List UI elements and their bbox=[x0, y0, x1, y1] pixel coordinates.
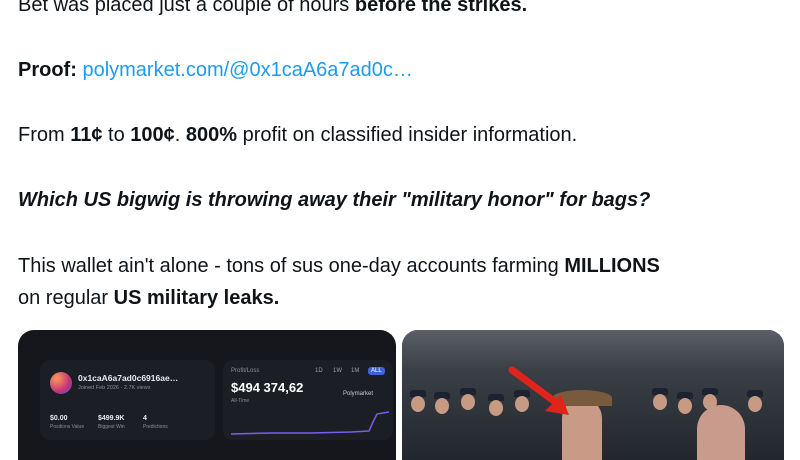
profit-percent: 800% bbox=[185, 124, 238, 146]
media-officers-photo[interactable] bbox=[402, 330, 784, 460]
profit-text-g: profit on classified insider information… bbox=[237, 124, 578, 146]
profit-from-price: 11¢ bbox=[70, 124, 103, 146]
stat-label: Positions Value bbox=[50, 424, 85, 430]
media-polymarket-screenshot[interactable]: 0x1caA6a7ad0c6916ae… Joined Feb 2026 · 2… bbox=[18, 330, 396, 460]
line1-normal: Bet was placed just a couple of hours bbox=[18, 0, 355, 16]
tweet-line-1: Bet was placed just a couple of hours be… bbox=[18, 0, 527, 18]
question-line: Which US bigwig is throwing away their "… bbox=[18, 189, 651, 211]
filter-1m[interactable]: 1M bbox=[351, 368, 359, 374]
stat-value: $0.00 bbox=[50, 415, 68, 422]
profit-loss-label: Profit/Loss bbox=[231, 368, 260, 374]
profit-line: From 11¢ to 100¢. 800% profit on classif… bbox=[18, 122, 577, 148]
wallet-text-a: This wallet ain't alone - tons of sus on… bbox=[18, 255, 565, 277]
profit-text-c: to bbox=[102, 124, 131, 146]
wallet-text-b: on regular bbox=[18, 287, 114, 309]
profit-value: $494 374,62 bbox=[231, 380, 304, 395]
filter-all[interactable]: ALL bbox=[368, 367, 385, 375]
stat-value: 4 bbox=[143, 415, 147, 422]
proof-line: Proof: polymarket.com/@0x1caA6a7ad0c… bbox=[18, 57, 413, 83]
line1-bold: before the strikes. bbox=[354, 0, 528, 16]
avatar bbox=[50, 372, 72, 394]
profit-chart bbox=[231, 411, 389, 435]
polymarket-brand: Polymarket bbox=[343, 391, 374, 397]
all-time-label: All-Time bbox=[231, 398, 250, 404]
wallet-text-millions: MILLIONS bbox=[564, 255, 660, 277]
proof-label: Proof: bbox=[18, 59, 77, 81]
wallet-joined: Joined Feb 2026 · 2.7K views bbox=[78, 385, 151, 391]
proof-link[interactable]: polymarket.com/@0x1caA6a7ad0c… bbox=[82, 59, 412, 81]
profit-to-price: 100¢ bbox=[130, 124, 175, 146]
red-arrow-icon bbox=[508, 366, 569, 415]
wallet-text-leaks: US military leaks. bbox=[113, 287, 280, 309]
profit-chart-line bbox=[231, 411, 389, 435]
profit-card: Profit/Loss $494 374,62 All-Time 1D 1W 1… bbox=[223, 360, 393, 440]
filter-1d[interactable]: 1D bbox=[315, 368, 323, 374]
foreground-person bbox=[697, 405, 745, 460]
profit-text-e: . bbox=[174, 124, 186, 146]
wallet-line-1: This wallet ain't alone - tons of sus on… bbox=[18, 253, 660, 279]
wallet-card: 0x1caA6a7ad0c6916ae… Joined Feb 2026 · 2… bbox=[40, 360, 215, 440]
wallet-line-2: on regular US military leaks. bbox=[18, 285, 279, 311]
stat-value: $499.9K bbox=[98, 415, 125, 422]
filter-1w[interactable]: 1W bbox=[333, 368, 342, 374]
wallet-name: 0x1caA6a7ad0c6916ae… bbox=[78, 373, 179, 383]
stat-label: Predictions bbox=[143, 424, 168, 430]
profit-text-a: From bbox=[18, 124, 71, 146]
stat-label: Biggest Win bbox=[98, 424, 125, 430]
